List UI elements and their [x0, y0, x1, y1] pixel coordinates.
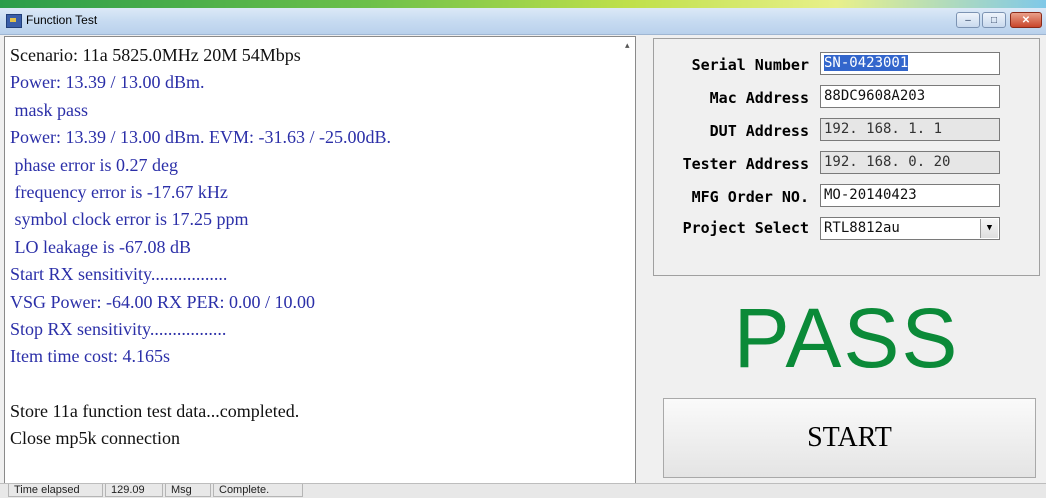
- project-select-value: RTL8812au: [824, 220, 900, 236]
- app-icon: [6, 14, 22, 28]
- log-line: LO leakage is -67.08 dB: [10, 236, 191, 257]
- close-button[interactable]: ✕: [1010, 12, 1042, 28]
- maximize-button[interactable]: □: [982, 12, 1006, 28]
- log-line: Stop RX sensitivity.................: [10, 318, 227, 339]
- msg-label: Msg: [165, 484, 211, 497]
- mac-address-label: Mac Address: [709, 89, 809, 107]
- log-line: Scenario: 11a 5825.0MHz 20M 54Mbps: [10, 45, 301, 65]
- project-select-label: Project Select: [682, 219, 809, 237]
- log-line: VSG Power: -64.00 RX PER: 0.00 / 10.00: [10, 291, 316, 312]
- device-info-group: Serial Number SN-0423001 Mac Address 88D…: [653, 38, 1040, 276]
- time-elapsed-value: 129.09: [105, 484, 163, 497]
- tester-address-input: 192. 168. 0. 20: [820, 151, 1000, 174]
- log-line: Start RX sensitivity.................: [10, 264, 228, 285]
- status-bar: Time elapsed 129.09 Msg Complete.: [0, 483, 1046, 498]
- serial-number-label: Serial Number: [691, 56, 809, 74]
- time-elapsed-label: Time elapsed: [8, 484, 103, 497]
- log-line: phase error is 0.27 deg: [10, 154, 178, 175]
- serial-number-value: SN-0423001: [824, 55, 909, 71]
- log-line: frequency error is -17.67 kHz: [10, 181, 228, 202]
- minimize-button[interactable]: –: [956, 12, 980, 28]
- start-button[interactable]: START: [663, 398, 1036, 478]
- dut-address-input: 192. 168. 1. 1: [820, 118, 1000, 141]
- log-textbox[interactable]: ▴ Scenario: 11a 5825.0MHz 20M 54Mbps Powe…: [4, 36, 636, 484]
- window-title: Function Test: [26, 13, 98, 27]
- log-line: mask pass: [10, 99, 89, 120]
- log-line: [10, 371, 391, 398]
- log-line: symbol clock error is 17.25 ppm: [10, 209, 249, 230]
- dut-address-label: DUT Address: [709, 122, 809, 140]
- log-line: Store 11a function test data...completed…: [10, 401, 300, 422]
- tester-address-label: Tester Address: [682, 155, 809, 173]
- mfg-order-label: MFG Order NO.: [691, 188, 809, 206]
- dropdown-arrow-icon[interactable]: ▼: [980, 219, 998, 238]
- log-line: Power: 13.39 / 13.00 dBm. EVM: -31.63 / …: [10, 127, 391, 148]
- mfg-order-input[interactable]: MO-20140423: [820, 184, 1000, 207]
- msg-value: Complete.: [213, 484, 303, 497]
- result-pass-text: PASS: [733, 291, 960, 385]
- log-line: Item time cost: 4.165s: [10, 346, 170, 367]
- log-lines: Scenario: 11a 5825.0MHz 20M 54Mbps Power:…: [10, 42, 391, 453]
- title-bar: Function Test – □ ✕: [0, 8, 1046, 35]
- serial-number-input[interactable]: SN-0423001: [820, 52, 1000, 75]
- mac-address-input[interactable]: 88DC9608A203: [820, 85, 1000, 108]
- project-select-dropdown[interactable]: RTL8812au ▼: [820, 217, 1000, 240]
- log-line: Close mp5k connection: [10, 428, 180, 449]
- log-line: Power: 13.39 / 13.00 dBm.: [10, 72, 205, 93]
- scroll-up-icon[interactable]: ▴: [625, 40, 630, 51]
